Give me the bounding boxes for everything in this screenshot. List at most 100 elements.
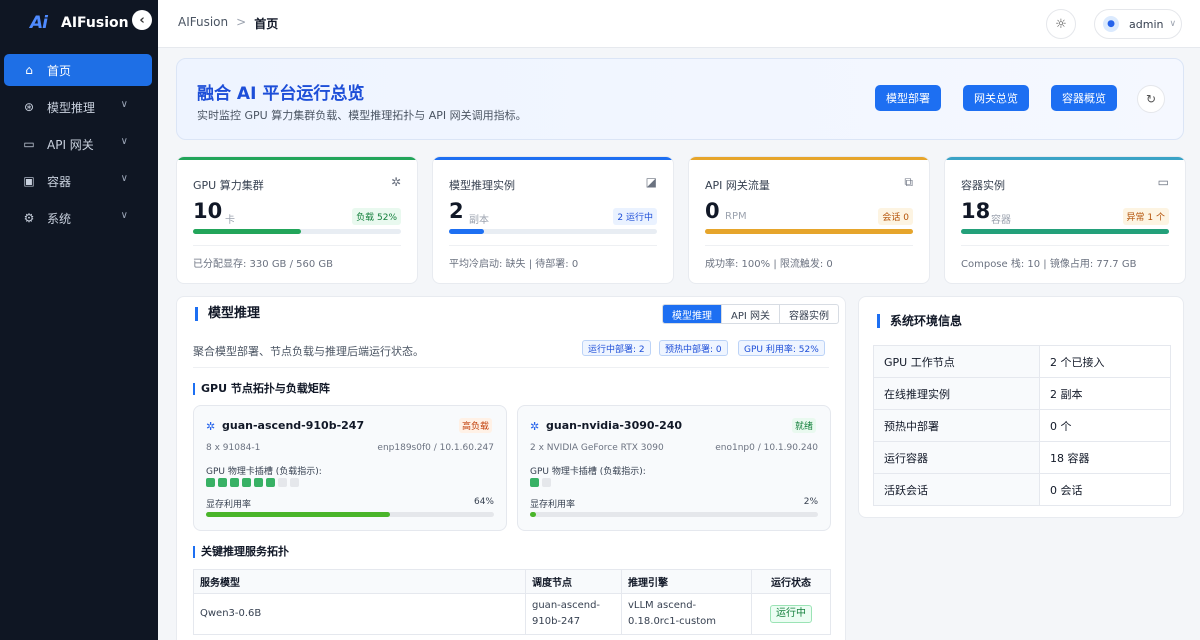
status-badge: 就绪 [791, 418, 816, 433]
user-name: admin [1129, 17, 1164, 31]
sidebar-item-label: 容器 [47, 174, 72, 189]
monitor-icon: ▭ [1157, 175, 1169, 189]
refresh-button[interactable]: ↻ [1137, 85, 1165, 113]
env-value: 0 会话 [1039, 473, 1171, 506]
overview-hero: 融合 AI 平台运行总览 实时监控 GPU 算力集群负载、模型推理拓扑与 API… [176, 58, 1184, 140]
cell-node: guan-ascend-910b-247 [525, 593, 622, 635]
stat-unit: 容器 [991, 215, 1011, 226]
stat-unit: RPM [725, 211, 747, 222]
panel-tabs: 模型推理 API 网关 容器实例 [662, 304, 839, 324]
chip-running-deployments: 运行中部署: 2 [582, 340, 651, 356]
gpu-node-card[interactable]: ✲ guan-nvidia-3090-240 就绪 2 x NVIDIA GeF… [517, 405, 831, 531]
gateway-icon: ▭ [23, 137, 35, 151]
tab-container-instances[interactable]: 容器实例 [779, 305, 838, 323]
node-model: 8 x 91084-1 [206, 443, 261, 453]
slot-label: GPU 物理卡插槽 (负载指示): [530, 467, 646, 477]
gpu-slot [242, 478, 251, 487]
sidebar-collapse-button[interactable]: ‹ [132, 10, 152, 30]
home-icon: ⌂ [25, 63, 33, 77]
stat-card-containers: 容器实例 ▭ 18 容器 异常 1 个 Compose 栈: 10 | 镜像占用… [944, 156, 1186, 284]
service-topology-title: 关键推理服务拓扑 [193, 546, 289, 558]
chevron-down-icon: ∨ [120, 99, 128, 110]
column-header: 推理引擎 [621, 569, 752, 594]
table-row: 在线推理实例 2 副本 [873, 377, 1171, 410]
stat-footer: 已分配显存: 330 GB / 560 GB [193, 259, 334, 270]
container-icon: ▣ [23, 174, 35, 188]
gpu-slot [218, 478, 227, 487]
stat-card-gpu: GPU 算力集群 ✲ 10 卡 负载 52% 已分配显存: 330 GB / 5… [176, 156, 418, 284]
copy-icon: ⧉ [904, 175, 913, 189]
brand: Ai AIFusion ‹ [0, 0, 158, 46]
chip-icon: ✲ [530, 420, 540, 433]
chevron-down-icon: ∨ [120, 210, 128, 221]
stat-footer: Compose 栈: 10 | 镜像占用: 77.7 GB [961, 259, 1137, 270]
progress-bar [705, 229, 913, 234]
chip-gpu-utilization: GPU 利用率: 52% [738, 340, 825, 356]
breadcrumb-separator: > [236, 15, 247, 29]
container-overview-button[interactable]: 容器概览 [1051, 85, 1117, 111]
stat-label: API 网关流量 [705, 179, 770, 192]
user-menu-button[interactable]: ● admin ∨ [1094, 9, 1182, 39]
env-table: GPU 工作节点 2 个已接入 在线推理实例 2 副本 预热中部署 0 个 运行容器 1… [873, 345, 1171, 506]
brand-title: AIFusion [60, 15, 129, 31]
stat-value: 0 [705, 199, 720, 223]
sidebar-item-container[interactable]: ▣ 容器 ∨ [4, 165, 152, 197]
memory-bar [206, 512, 494, 517]
table-row: GPU 工作节点 2 个已接入 [873, 345, 1171, 378]
chip-icon: ✲ [206, 420, 216, 433]
stat-value: 2 [449, 199, 464, 223]
status-badge: 异常 1 个 [1122, 208, 1169, 225]
sidebar-item-model-inference[interactable]: ⊛ 模型推理 ∨ [4, 91, 152, 123]
stat-footer: 成功率: 100% | 限流触发: 0 [705, 259, 833, 270]
gpu-slot [266, 478, 275, 487]
gpu-node-card[interactable]: ✲ guan-ascend-910b-247 高负载 8 x 91084-1 e… [193, 405, 507, 531]
column-header: 运行状态 [751, 569, 831, 594]
breadcrumb-root[interactable]: AIFusion [178, 15, 228, 32]
stat-unit: 卡 [225, 215, 235, 226]
memory-percent: 2% [803, 497, 818, 507]
progress-bar [961, 229, 1169, 234]
model-inference-panel: 模型推理 模型推理 API 网关 容器实例 聚合模型部署、节点负载与推理后端运行… [176, 296, 846, 640]
sidebar: Ai AIFusion ‹ ⌂ 首页 ⊛ 模型推理 ∨ ▭ API 网关 ∨ ▣… [0, 0, 158, 640]
status-badge: 运行中 [770, 605, 812, 623]
slot-label: GPU 物理卡插槽 (负载指示): [206, 467, 322, 477]
stat-label: 模型推理实例 [449, 179, 515, 192]
breadcrumb: AIFusion > 首页 [178, 15, 278, 32]
stat-card-inference: 模型推理实例 ◪ 2 副本 2 运行中 平均冷启动: 缺失 | 待部署: 0 [432, 156, 674, 284]
gpu-slot [530, 478, 539, 487]
stat-label: 容器实例 [961, 179, 1005, 192]
env-key: 预热中部署 [873, 409, 1040, 442]
gateway-overview-button[interactable]: 网关总览 [963, 85, 1029, 111]
logo: Ai [30, 13, 48, 33]
progress-bar [449, 229, 657, 234]
chevron-down-icon: ∨ [120, 136, 128, 147]
gpu-slots [206, 478, 299, 487]
status-badge: 2 运行中 [613, 208, 657, 225]
cell-engine: vLLM ascend-0.18.0rc1-custom [621, 593, 752, 635]
status-badge: 会话 0 [878, 208, 913, 225]
sidebar-item-api-gateway[interactable]: ▭ API 网关 ∨ [4, 128, 152, 160]
stat-label: GPU 算力集群 [193, 179, 264, 192]
tab-model-inference[interactable]: 模型推理 [663, 305, 721, 323]
chart-icon: ◪ [645, 175, 657, 189]
memory-bar [530, 512, 818, 517]
chip-icon: ✲ [390, 175, 401, 189]
memory-percent: 64% [473, 497, 494, 507]
refresh-icon: ↻ [1145, 92, 1157, 106]
topbar: AIFusion > 首页 ☼ ● admin ∨ [158, 0, 1200, 48]
sidebar-item-home[interactable]: ⌂ 首页 [4, 54, 152, 86]
table-row[interactable]: Qwen3-0.6B guan-ascend-910b-247 vLLM asc… [193, 593, 831, 635]
progress-bar [193, 229, 401, 234]
table-row: 预热中部署 0 个 [873, 409, 1171, 442]
theme-toggle-button[interactable]: ☼ [1046, 9, 1076, 39]
tab-api-gateway[interactable]: API 网关 [721, 305, 779, 323]
system-env-panel: 系统环境信息 GPU 工作节点 2 个已接入 在线推理实例 2 副本 预热中部署 0 … [858, 296, 1184, 518]
gear-icon: ⚙ [23, 211, 35, 225]
chevron-down-icon: ∨ [120, 173, 128, 184]
gpu-slot [290, 478, 299, 487]
sidebar-item-system[interactable]: ⚙ 系统 ∨ [4, 202, 152, 234]
page-title: 融合 AI 平台运行总览 [197, 84, 365, 104]
model-deploy-button[interactable]: 模型部署 [875, 85, 941, 111]
table-row: 活跃会话 0 会话 [873, 473, 1171, 506]
gpu-slots [530, 478, 551, 487]
